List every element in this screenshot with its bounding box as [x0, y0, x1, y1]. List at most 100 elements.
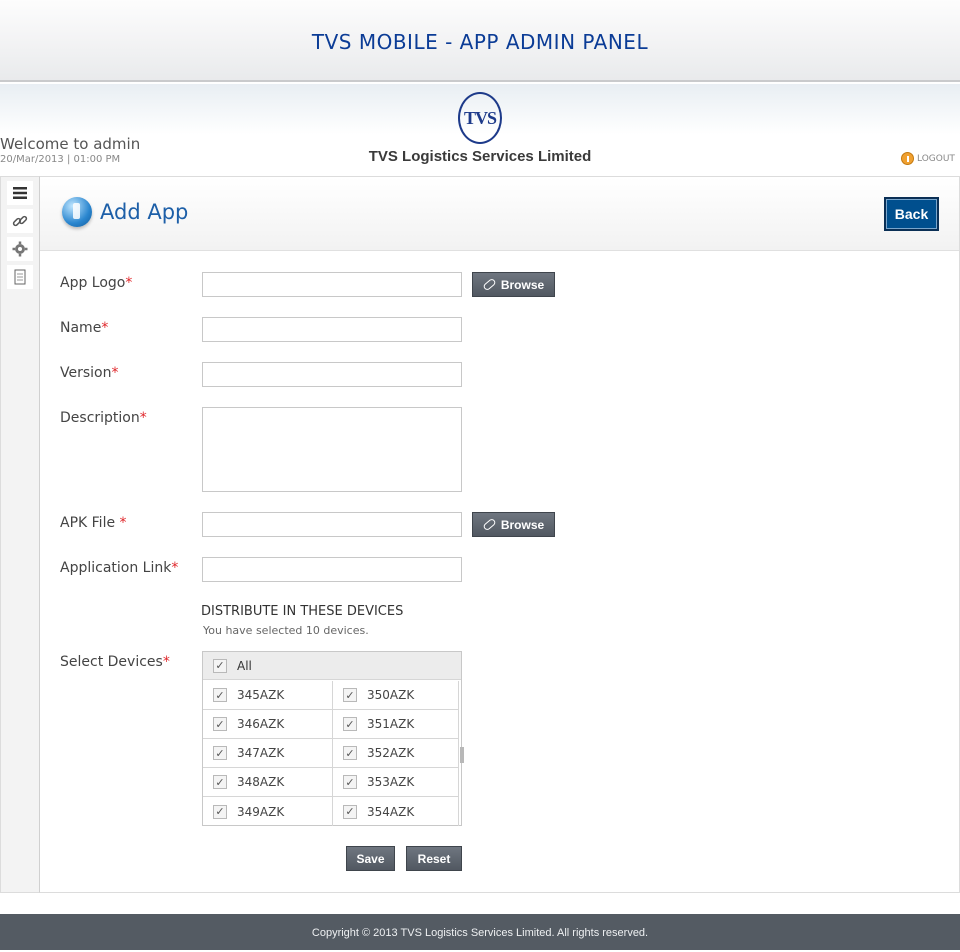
device-item[interactable]: ✓ 347AZK	[203, 739, 333, 767]
description-label-text: Description	[60, 410, 140, 426]
top-bar: TVS MOBILE - APP ADMIN PANEL	[0, 0, 960, 82]
device-checkbox[interactable]: ✓	[213, 804, 227, 819]
datetime-text: 20/Mar/2013 | 01:00 PM	[0, 154, 121, 165]
device-item[interactable]: ✓ 349AZK	[203, 797, 333, 826]
select-devices-label-text: Select Devices	[60, 654, 163, 670]
device-label: 345AZK	[237, 688, 285, 702]
back-button[interactable]: Back	[884, 197, 939, 231]
logout-button[interactable]: LOGOUT	[901, 152, 955, 165]
company-logo: TVS	[458, 92, 502, 144]
page-title: Add App	[100, 200, 189, 224]
device-checkbox[interactable]: ✓	[343, 746, 357, 760]
device-row: ✓ 346AZK ✓ 351AZK	[203, 710, 459, 739]
required-mark: *	[139, 410, 147, 426]
apk-file-label: APK File *	[60, 515, 127, 531]
required-mark: *	[101, 320, 109, 336]
device-item[interactable]: ✓ 353AZK	[333, 768, 459, 796]
device-checkbox[interactable]: ✓	[343, 775, 357, 789]
device-checkbox[interactable]: ✓	[343, 688, 357, 702]
gear-icon[interactable]	[7, 237, 33, 261]
device-checkbox[interactable]: ✓	[343, 717, 357, 731]
device-checkbox[interactable]: ✓	[213, 688, 227, 702]
device-label: 351AZK	[367, 717, 415, 731]
device-label: 353AZK	[367, 775, 415, 789]
device-row: ✓ 345AZK ✓ 350AZK	[203, 681, 459, 710]
apk-file-label-text: APK File	[60, 515, 120, 531]
version-field[interactable]	[202, 362, 462, 387]
name-label: Name*	[60, 320, 108, 336]
device-label: 352AZK	[367, 746, 415, 760]
device-checkbox[interactable]: ✓	[213, 775, 227, 789]
link-icon[interactable]	[7, 209, 33, 233]
device-item[interactable]: ✓ 345AZK	[203, 681, 333, 709]
app-logo-field[interactable]	[202, 272, 462, 297]
device-row: ✓ 348AZK ✓ 353AZK	[203, 768, 459, 797]
app-logo-label: App Logo*	[60, 275, 132, 291]
save-button[interactable]: Save	[346, 846, 395, 871]
device-row: ✓ 349AZK ✓ 354AZK	[203, 797, 459, 826]
device-checkbox[interactable]: ✓	[213, 717, 227, 731]
device-label: 348AZK	[237, 775, 285, 789]
required-mark: *	[111, 365, 119, 381]
description-textarea[interactable]	[202, 407, 462, 492]
description-label: Description*	[60, 410, 147, 426]
device-row: ✓ 347AZK ✓ 352AZK	[203, 739, 459, 768]
page-header: Add App Back	[40, 177, 959, 251]
main-panel: Add App Back App Logo* Browse Name* Vers…	[40, 176, 960, 893]
app-link-label-text: Application Link	[60, 560, 172, 576]
device-item[interactable]: ✓ 350AZK	[333, 681, 459, 709]
distribute-title: DISTRIBUTE IN THESE DEVICES	[201, 604, 404, 619]
paperclip-icon	[482, 277, 497, 292]
browse-label: Browse	[500, 277, 545, 292]
device-label: 349AZK	[237, 804, 285, 819]
device-list-scrollbar[interactable]	[460, 747, 464, 763]
copyright-text: Copyright © 2013 TVS Logistics Services …	[311, 927, 649, 939]
paperclip-icon	[482, 517, 497, 532]
app-link-field[interactable]	[202, 557, 462, 582]
app-link-label: Application Link*	[60, 560, 178, 576]
name-label-text: Name	[60, 320, 102, 336]
welcome-text: Welcome to admin	[0, 135, 141, 153]
required-mark: *	[162, 654, 170, 670]
version-label: Version*	[60, 365, 118, 381]
select-all-checkbox[interactable]: ✓	[213, 658, 227, 673]
browse-label: Browse	[500, 517, 545, 532]
required-mark: *	[125, 275, 133, 291]
device-label: 354AZK	[367, 804, 415, 819]
app-logo-label-text: App Logo	[60, 275, 126, 291]
device-item[interactable]: ✓ 351AZK	[333, 710, 459, 738]
required-mark: *	[119, 515, 127, 531]
app-icon	[62, 197, 92, 227]
company-name: TVS Logistics Services Limited	[368, 148, 592, 165]
device-item[interactable]: ✓ 354AZK	[333, 797, 459, 826]
device-item[interactable]: ✓ 348AZK	[203, 768, 333, 796]
app-title: TVS MOBILE - APP ADMIN PANEL	[311, 30, 649, 54]
device-item[interactable]: ✓ 346AZK	[203, 710, 333, 738]
device-item[interactable]: ✓ 352AZK	[333, 739, 459, 767]
sub-header: TVS TVS Logistics Services Limited Welco…	[0, 84, 960, 176]
device-checkbox[interactable]: ✓	[343, 804, 357, 819]
document-icon[interactable]	[7, 265, 33, 289]
select-all-row[interactable]: ✓ All	[203, 652, 461, 680]
logout-label: LOGOUT	[917, 153, 955, 164]
sidebar	[0, 176, 40, 893]
apk-file-browse-button[interactable]: Browse	[472, 512, 555, 537]
select-devices-label: Select Devices*	[60, 654, 170, 670]
device-label: 347AZK	[237, 746, 285, 760]
distribute-subtitle: You have selected 10 devices.	[203, 624, 369, 637]
reset-button[interactable]: Reset	[406, 846, 462, 871]
power-icon	[901, 152, 914, 165]
device-label: 350AZK	[367, 688, 415, 702]
name-field[interactable]	[202, 317, 462, 342]
device-checkbox[interactable]: ✓	[213, 746, 227, 760]
apk-file-field[interactable]	[202, 512, 462, 537]
menu-icon[interactable]	[7, 181, 33, 205]
footer: Copyright © 2013 TVS Logistics Services …	[0, 914, 960, 950]
select-all-label: All	[237, 658, 252, 673]
device-list: ✓ All ✓ 345AZK ✓ 350AZK ✓ 346AZK ✓ 351AZK ✓ 3…	[202, 651, 464, 826]
version-label-text: Version	[60, 365, 112, 381]
logo-text: TVS	[463, 107, 497, 128]
required-mark: *	[171, 560, 179, 576]
app-logo-browse-button[interactable]: Browse	[472, 272, 555, 297]
device-label: 346AZK	[237, 717, 285, 731]
